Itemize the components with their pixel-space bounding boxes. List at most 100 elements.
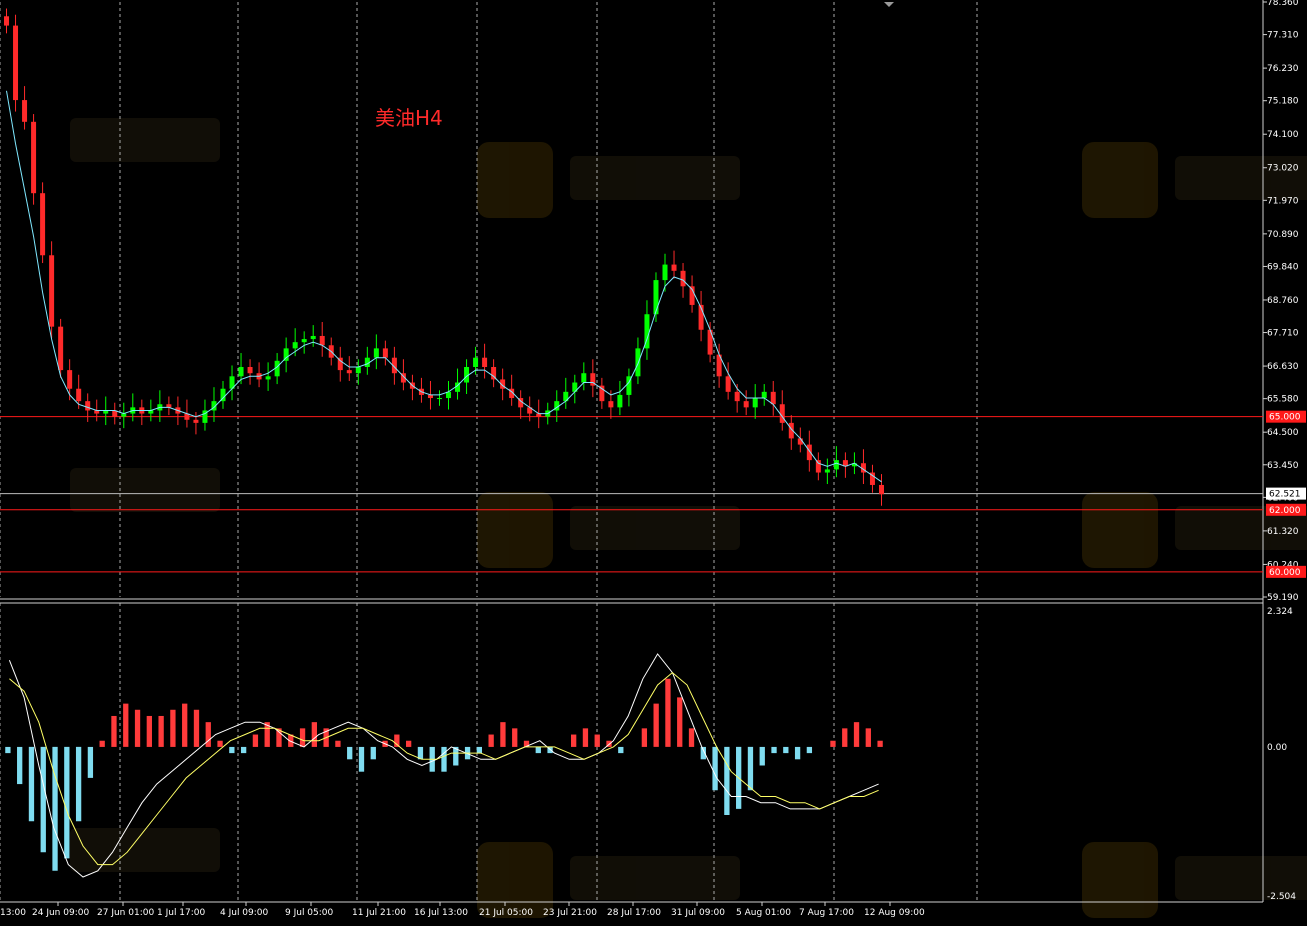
candle-body bbox=[382, 348, 388, 358]
candlestick bbox=[31, 114, 37, 205]
watermark-wordmark bbox=[70, 828, 220, 872]
candle-body bbox=[22, 100, 28, 122]
time-axis-label: 11 Jul 21:00 bbox=[352, 908, 406, 918]
candle-body bbox=[76, 388, 82, 402]
candle-body bbox=[319, 335, 325, 346]
price-axis-label: 63.450 bbox=[1267, 461, 1299, 471]
candle-body bbox=[67, 370, 73, 389]
time-axis-label: 31 Jul 09:00 bbox=[671, 908, 725, 918]
time-axis-label: 13:00 bbox=[0, 908, 26, 918]
watermark-logo-icon bbox=[1082, 492, 1158, 568]
candle-body bbox=[662, 264, 668, 281]
price-axis-label: 74.100 bbox=[1267, 130, 1299, 140]
price-axis-label: 73.020 bbox=[1267, 164, 1299, 174]
watermark-wordmark bbox=[70, 468, 220, 512]
candle-body bbox=[193, 419, 199, 423]
candlestick bbox=[40, 182, 46, 264]
price-axis-label: 76.230 bbox=[1267, 64, 1299, 74]
candle-body bbox=[436, 398, 442, 400]
time-axis-label: 27 Jun 01:00 bbox=[97, 908, 154, 918]
level-price-label: 60.000 bbox=[1269, 568, 1301, 578]
candle-body bbox=[581, 373, 587, 383]
candlestick bbox=[49, 241, 55, 339]
candle-body bbox=[725, 376, 731, 392]
candle-body bbox=[482, 357, 488, 368]
time-axis-label: 28 Jul 17:00 bbox=[607, 908, 661, 918]
candle-body bbox=[653, 280, 659, 315]
watermark-logo-icon bbox=[477, 142, 553, 218]
price-axis-label: 64.500 bbox=[1267, 428, 1299, 438]
candle-body bbox=[355, 367, 361, 374]
candle-body bbox=[833, 460, 839, 470]
candle-body bbox=[734, 391, 740, 402]
price-axis-label: 67.710 bbox=[1267, 329, 1299, 339]
macd-axis-label: -2.504 bbox=[1267, 892, 1296, 902]
price-axis-label: 71.970 bbox=[1267, 196, 1299, 206]
candle-body bbox=[4, 16, 10, 26]
candlestick bbox=[13, 14, 19, 112]
candle-body bbox=[265, 376, 271, 380]
time-axis-label: 4 Jul 09:00 bbox=[220, 908, 269, 918]
level-price-label: 62.000 bbox=[1269, 506, 1301, 516]
candle-body bbox=[770, 391, 776, 405]
candle-body bbox=[166, 404, 172, 408]
price-axis-label: 65.580 bbox=[1267, 395, 1299, 405]
macd-axis-label: 0.00 bbox=[1267, 743, 1287, 753]
price-axis-label: 69.840 bbox=[1267, 262, 1299, 272]
candle-body bbox=[824, 469, 830, 473]
candle-body bbox=[310, 335, 316, 340]
current-price-label: 62.521 bbox=[1269, 490, 1301, 500]
candle-body bbox=[617, 394, 623, 408]
price-axis-label: 77.310 bbox=[1267, 31, 1299, 41]
candle-body bbox=[680, 270, 686, 287]
trading-chart-window[interactable]: 78.360 77.310 76.230 75.180 74.100 73.020 71.9… bbox=[0, 0, 1307, 922]
candle-body bbox=[85, 401, 91, 411]
price-axis-label: 70.890 bbox=[1267, 230, 1299, 240]
watermark-wordmark bbox=[1175, 156, 1307, 200]
time-axis-label: 9 Jul 05:00 bbox=[285, 908, 334, 918]
candle-body bbox=[31, 121, 37, 194]
price-axis-label: 75.180 bbox=[1267, 97, 1299, 107]
candle-body bbox=[671, 264, 677, 271]
time-axis-label: 21 Jul 05:00 bbox=[479, 908, 533, 918]
time-axis-label: 5 Aug 01:00 bbox=[736, 908, 791, 918]
chart-title: 美油H4 bbox=[375, 106, 443, 130]
macd-axis-label: 2.324 bbox=[1267, 607, 1293, 617]
candle-body bbox=[49, 255, 55, 327]
candle-body bbox=[878, 484, 884, 495]
time-axis-label: 12 Aug 09:00 bbox=[864, 908, 925, 918]
time-axis-label: 23 Jul 21:00 bbox=[543, 908, 597, 918]
time-axis-label: 1 Jul 17:00 bbox=[157, 908, 206, 918]
candle-body bbox=[806, 444, 812, 461]
time-axis-label: 24 Jun 09:00 bbox=[32, 908, 89, 918]
candle-body bbox=[238, 367, 244, 377]
candle-body bbox=[743, 401, 749, 408]
candle-body bbox=[761, 391, 767, 399]
price-axis-label: 61.320 bbox=[1267, 527, 1299, 537]
price-axis-label: 66.630 bbox=[1267, 362, 1299, 372]
time-axis-label: 16 Jul 13:00 bbox=[414, 908, 468, 918]
candle-body bbox=[473, 357, 479, 368]
watermark-logo-icon bbox=[477, 492, 553, 568]
candle-body bbox=[752, 398, 758, 408]
watermark-wordmark bbox=[70, 118, 220, 162]
watermark-logo-icon bbox=[1082, 142, 1158, 218]
candle-body bbox=[247, 367, 253, 374]
candle-body bbox=[13, 25, 19, 101]
time-axis-label: 7 Aug 17:00 bbox=[799, 908, 854, 918]
price-axis-label: 68.760 bbox=[1267, 296, 1299, 306]
price-axis-label: 78.360 bbox=[1267, 0, 1299, 8]
candle-body bbox=[346, 370, 352, 374]
candle-body bbox=[373, 348, 379, 358]
candle-body bbox=[608, 401, 614, 408]
candle-body bbox=[292, 342, 298, 349]
watermark-logo-icon bbox=[477, 842, 553, 918]
candle-body bbox=[58, 326, 64, 371]
candle-body bbox=[427, 394, 433, 399]
candle-body bbox=[40, 193, 46, 256]
chart-canvas[interactable]: 78.360 77.310 76.230 75.180 74.100 73.020 71.9… bbox=[0, 0, 1307, 922]
candle-body bbox=[815, 460, 821, 473]
price-axis-label: 59.190 bbox=[1267, 593, 1299, 603]
watermark-logo-icon bbox=[1082, 842, 1158, 918]
candle-body bbox=[301, 339, 307, 343]
